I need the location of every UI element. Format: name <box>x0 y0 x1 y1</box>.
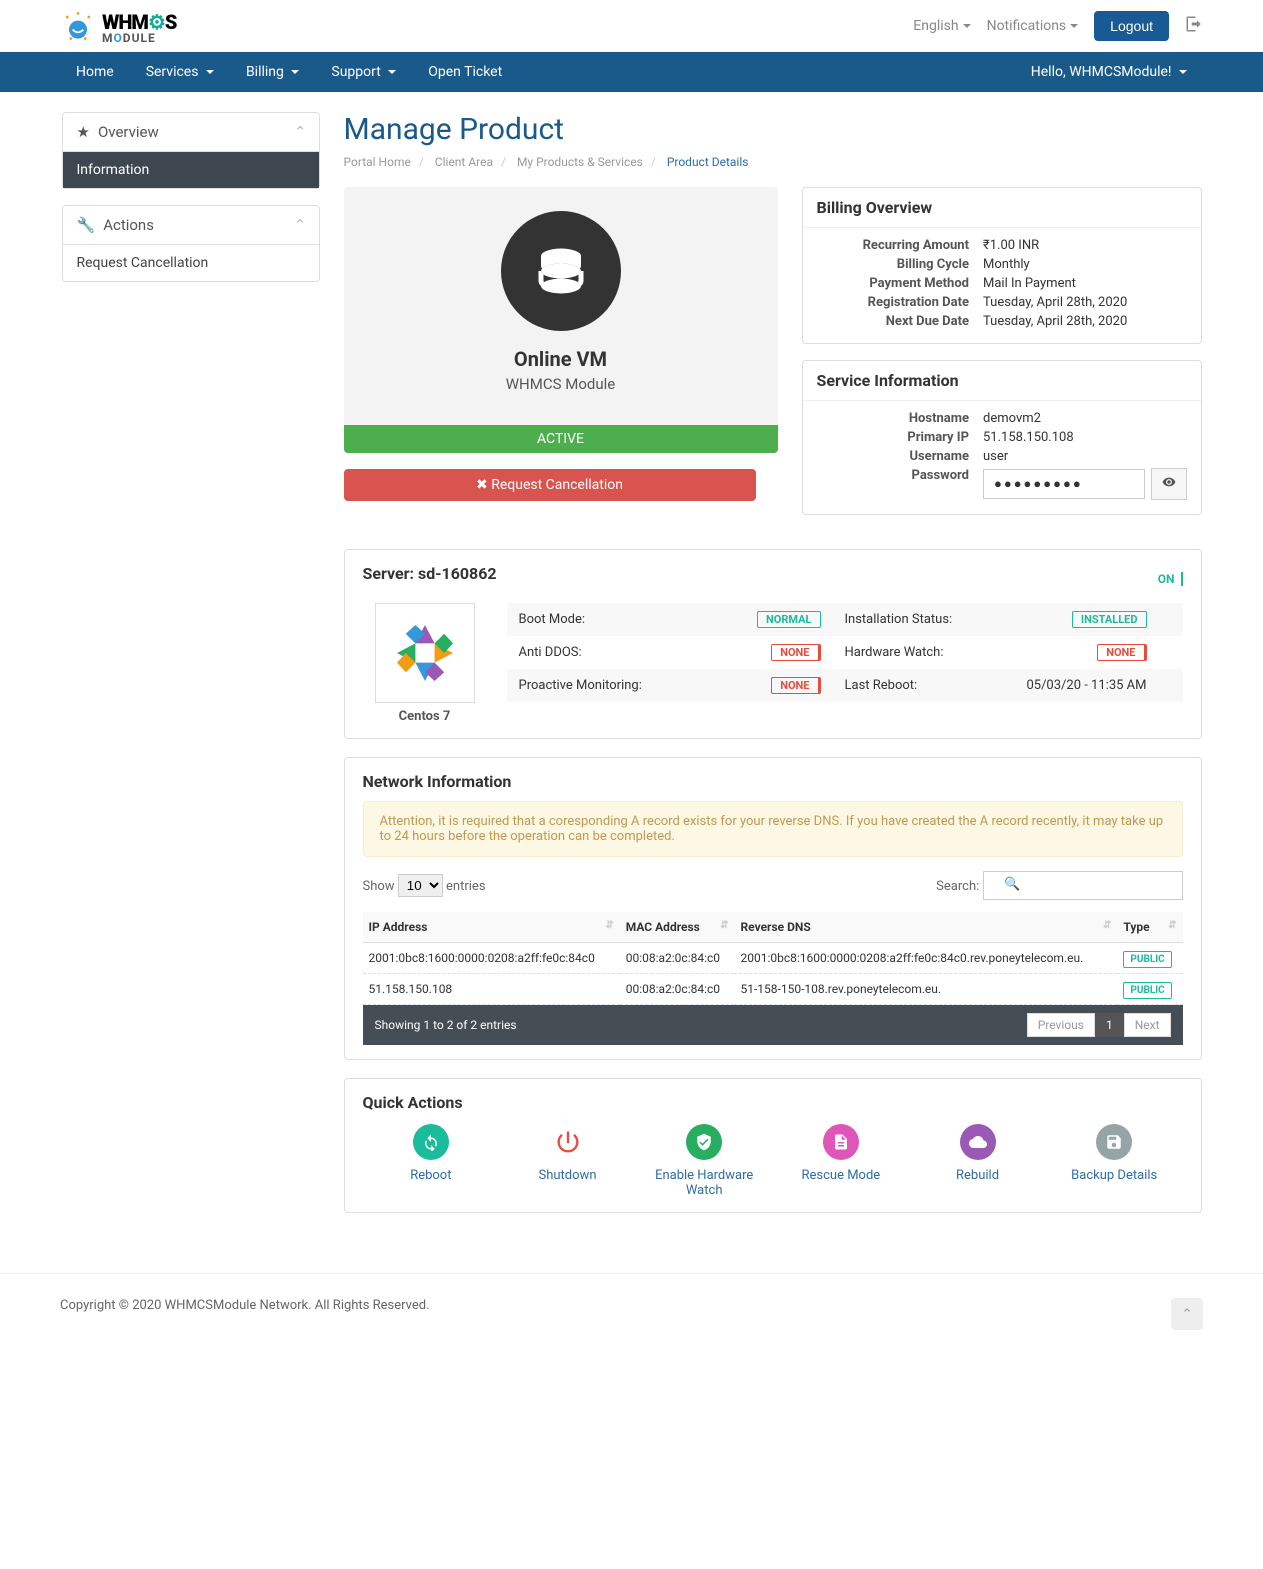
sort-icon: ⇵ <box>605 920 613 931</box>
save-icon <box>1096 1124 1132 1160</box>
page-prev[interactable]: Previous <box>1027 1013 1095 1037</box>
document-icon <box>823 1124 859 1160</box>
col-rdns[interactable]: Reverse DNS⇵ <box>734 912 1117 943</box>
install-status-badge: INSTALLED <box>1072 611 1147 628</box>
page-size-select[interactable]: 10 <box>398 874 443 897</box>
type-badge: PUBLIC <box>1123 982 1171 999</box>
sidebar-overview-header[interactable]: ★ Overview ⌃ <box>63 113 319 152</box>
logo[interactable]: WHM⚙SMODULE <box>60 8 176 44</box>
service-info-title: Service Information <box>803 361 1201 401</box>
password-field: ●●●●●●●●● <box>983 469 1145 499</box>
chevron-up-icon: ⌃ <box>1182 1307 1193 1322</box>
nav-user-menu[interactable]: Hello, WHMCSModule! <box>1015 52 1203 92</box>
page-next[interactable]: Next <box>1124 1013 1171 1037</box>
cancel-icon: ✖ <box>476 477 488 493</box>
nav-home[interactable]: Home <box>60 52 130 92</box>
shutdown-icon <box>550 1124 586 1160</box>
col-mac[interactable]: MAC Address⇵ <box>620 912 735 943</box>
col-ip[interactable]: IP Address⇵ <box>363 912 620 943</box>
table-row: 51.158.150.108 00:08:a2:0c:84:c0 51-158-… <box>363 974 1183 1005</box>
wrench-icon: 🔧 <box>77 216 96 234</box>
nav-open-ticket[interactable]: Open Ticket <box>412 52 518 92</box>
database-icon <box>501 211 621 331</box>
page-title: Manage Product <box>344 112 1202 147</box>
os-name: Centos 7 <box>363 709 487 724</box>
logout-button[interactable]: Logout <box>1094 11 1169 41</box>
nav-services[interactable]: Services <box>130 52 230 92</box>
qa-backup[interactable]: Backup Details <box>1046 1124 1183 1198</box>
chevron-up-icon: ⌃ <box>294 123 307 141</box>
chevron-up-icon: ⌃ <box>294 216 307 234</box>
nav-billing[interactable]: Billing <box>230 52 315 92</box>
breadcrumb-client[interactable]: Client Area <box>435 155 493 169</box>
status-badge: ACTIVE <box>344 425 778 453</box>
page-1[interactable]: 1 <box>1095 1013 1124 1037</box>
type-badge: PUBLIC <box>1123 951 1171 968</box>
reboot-icon <box>413 1124 449 1160</box>
hw-watch-badge: NONE <box>1097 644 1146 661</box>
qa-reboot[interactable]: Reboot <box>363 1124 500 1198</box>
qa-rescue[interactable]: Rescue Mode <box>773 1124 910 1198</box>
request-cancellation-button[interactable]: ✖ Request Cancellation <box>344 469 756 501</box>
nav-support[interactable]: Support <box>315 52 412 92</box>
show-password-button[interactable] <box>1151 468 1187 500</box>
quick-actions-title: Quick Actions <box>363 1093 1183 1112</box>
search-icon: 🔍 <box>1004 877 1020 892</box>
product-name: Online VM <box>344 347 778 371</box>
sidebar-item-request-cancellation[interactable]: Request Cancellation <box>63 245 319 281</box>
sort-icon: ⇵ <box>1103 920 1111 931</box>
product-card: Online VM WHMCS Module ACTIVE <box>344 187 778 453</box>
qa-hw-watch[interactable]: Enable Hardware Watch <box>636 1124 773 1198</box>
qa-shutdown[interactable]: Shutdown <box>499 1124 636 1198</box>
qa-rebuild[interactable]: Rebuild <box>909 1124 1046 1198</box>
breadcrumb-home[interactable]: Portal Home <box>344 155 411 169</box>
logo-icon <box>60 8 96 44</box>
breadcrumb-products[interactable]: My Products & Services <box>517 155 643 169</box>
sidebar-actions-header[interactable]: 🔧 Actions ⌃ <box>63 206 319 245</box>
table-info: Showing 1 to 2 of 2 entries <box>375 1018 517 1032</box>
breadcrumb: Portal Home/ Client Area/ My Products & … <box>344 155 1202 169</box>
sort-icon: ⇵ <box>1168 920 1176 931</box>
eye-icon <box>1162 475 1176 489</box>
sort-icon: ⇵ <box>720 920 728 931</box>
language-dropdown[interactable]: English <box>913 18 970 34</box>
billing-overview-title: Billing Overview <box>803 188 1201 228</box>
server-title: Server: sd-160862 <box>363 564 497 583</box>
os-logo <box>375 603 475 703</box>
product-subtitle: WHMCS Module <box>344 375 778 393</box>
cloud-icon <box>960 1124 996 1160</box>
ddos-badge: NONE <box>771 644 820 661</box>
breadcrumb-current: Product Details <box>667 155 749 169</box>
server-power-status: ON <box>1158 572 1183 586</box>
col-type[interactable]: Type⇵ <box>1117 912 1182 943</box>
signout-icon[interactable] <box>1185 15 1203 38</box>
star-icon: ★ <box>77 123 90 141</box>
footer-copyright: Copyright © 2020 WHMCSModule Network. Al… <box>60 1298 430 1330</box>
monitoring-badge: NONE <box>771 677 820 694</box>
shield-icon <box>686 1124 722 1160</box>
network-alert: Attention, it is required that a corespo… <box>363 801 1183 857</box>
last-reboot-value: 05/03/20 - 11:35 AM <box>1026 678 1146 693</box>
sidebar-item-information[interactable]: Information <box>63 152 319 188</box>
scroll-top-button[interactable]: ⌃ <box>1171 1298 1203 1330</box>
boot-mode-badge: NORMAL <box>757 611 820 628</box>
network-info-title: Network Information <box>363 772 1183 791</box>
logo-text: WHM⚙SMODULE <box>102 10 176 42</box>
notifications-dropdown[interactable]: Notifications <box>987 18 1079 34</box>
table-row: 2001:0bc8:1600:0000:0208:a2ff:fe0c:84c0 … <box>363 943 1183 974</box>
